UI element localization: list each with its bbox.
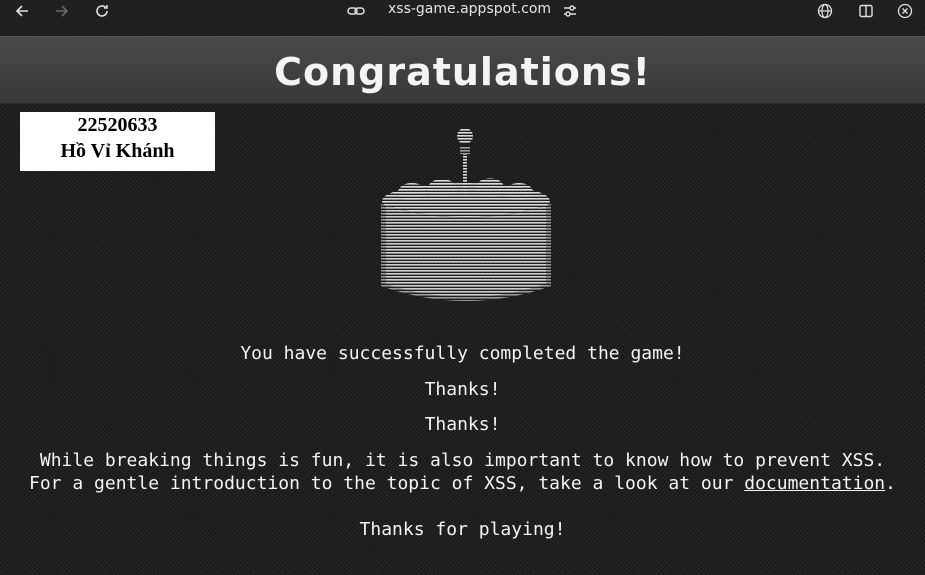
page-content: Congratulations! 22520633 Hồ Vỉ Khánh Yo… [0,22,925,575]
cake-icon [381,128,551,301]
student-name: Hồ Vỉ Khánh [60,140,175,162]
title-banner: Congratulations! [0,36,925,104]
globe-icon[interactable] [811,0,839,22]
sidebar-icon[interactable] [852,0,880,22]
prevent-xss-text: While breaking things is fun, it is also… [39,450,886,471]
intro-text: For a gentle introduction to the topic o… [0,473,925,494]
page-title: Congratulations! [274,50,651,94]
back-arrow-icon[interactable] [8,0,36,22]
cake-image [374,126,558,302]
thanks-text-1: Thanks! [424,379,501,400]
close-icon[interactable] [891,0,919,22]
site-info-icon[interactable] [342,0,370,22]
completion-message: You have successfully completed the game… [240,343,685,364]
browser-toolbar: xss-game.appspot.com [0,0,925,22]
forward-arrow-icon[interactable] [48,0,76,22]
page-settings-icon[interactable] [556,0,584,22]
intro-suffix: . [885,473,896,494]
thanks-for-playing: Thanks for playing! [359,519,566,540]
thanks-text-2: Thanks! [424,414,501,435]
student-id-card: 22520633 Hồ Vỉ Khánh [20,112,215,171]
address-bar-url[interactable]: xss-game.appspot.com [388,1,551,17]
documentation-link[interactable]: documentation [744,473,885,494]
student-id: 22520633 [77,114,158,136]
reload-icon[interactable] [88,0,116,22]
intro-prefix: For a gentle introduction to the topic o… [29,473,745,494]
